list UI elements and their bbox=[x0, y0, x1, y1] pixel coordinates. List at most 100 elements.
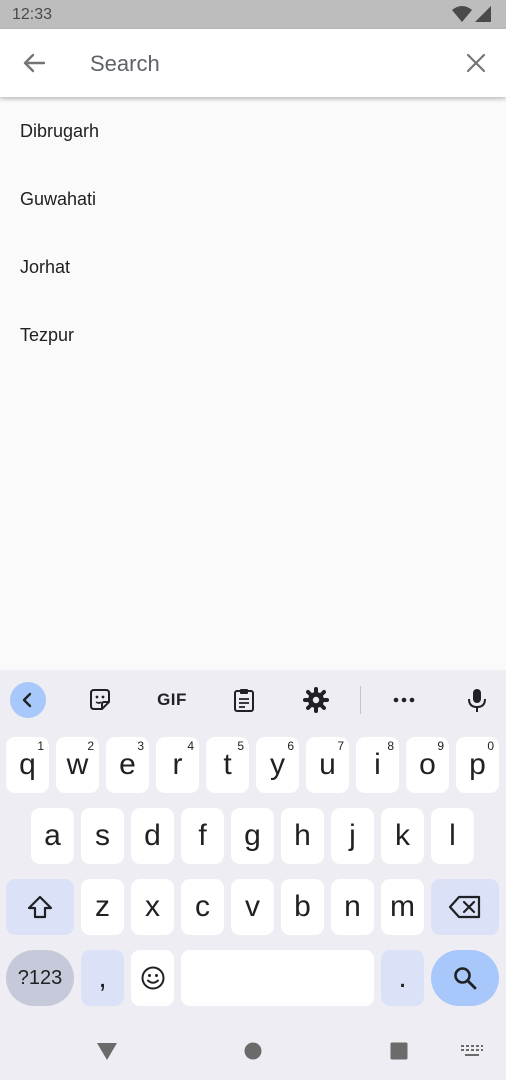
clipboard-button[interactable] bbox=[226, 682, 262, 718]
key-label: m bbox=[390, 890, 415, 923]
collapse-toolbar-button[interactable] bbox=[10, 682, 46, 718]
key-label: f bbox=[198, 819, 207, 852]
microphone-icon bbox=[468, 689, 486, 712]
key-d[interactable]: d bbox=[131, 808, 174, 864]
list-item[interactable]: Jorhat bbox=[0, 233, 506, 301]
key-h[interactable]: h bbox=[281, 808, 324, 864]
navigation-bar bbox=[0, 1020, 506, 1080]
voice-input-button[interactable] bbox=[459, 682, 495, 718]
key-z[interactable]: z bbox=[81, 879, 124, 935]
key-c[interactable]: c bbox=[181, 879, 224, 935]
clear-button[interactable] bbox=[462, 49, 490, 77]
chevron-left-icon bbox=[22, 692, 32, 708]
key-hint: 2 bbox=[87, 739, 94, 753]
list-item[interactable]: Guwahati bbox=[0, 165, 506, 233]
sticker-icon bbox=[90, 689, 110, 710]
search-bar bbox=[0, 29, 506, 97]
key-hint: 7 bbox=[337, 739, 344, 753]
key-label: v bbox=[245, 890, 260, 923]
key-t[interactable]: t5 bbox=[206, 737, 249, 793]
key-k[interactable]: k bbox=[381, 808, 424, 864]
key-a[interactable]: a bbox=[31, 808, 74, 864]
key-hint: 6 bbox=[287, 739, 294, 753]
key-label: w bbox=[66, 748, 89, 781]
gif-label: GIF bbox=[157, 690, 187, 709]
keyboard-switch-button[interactable] bbox=[458, 1038, 486, 1064]
backspace-icon bbox=[448, 895, 481, 919]
list-item-label: Guwahati bbox=[20, 188, 97, 209]
key-j[interactable]: j bbox=[331, 808, 374, 864]
key-label: n bbox=[344, 890, 361, 923]
key-label: j bbox=[349, 819, 356, 852]
more-button[interactable] bbox=[386, 682, 422, 718]
status-icons bbox=[452, 5, 492, 23]
key-label: y bbox=[270, 748, 285, 781]
settings-button[interactable] bbox=[298, 682, 334, 718]
key-u[interactable]: u7 bbox=[306, 737, 349, 793]
key-hint: 0 bbox=[487, 739, 494, 753]
nav-home-button[interactable] bbox=[240, 1038, 266, 1064]
key-label: x bbox=[145, 890, 160, 923]
key-q[interactable]: q1 bbox=[6, 737, 49, 793]
key-label: a bbox=[44, 819, 61, 852]
key-g[interactable]: g bbox=[231, 808, 274, 864]
nav-recents-icon bbox=[390, 1042, 408, 1060]
key-label: g bbox=[244, 819, 261, 852]
search-icon bbox=[454, 967, 477, 990]
key-f[interactable]: f bbox=[181, 808, 224, 864]
comma-key[interactable]: , bbox=[81, 950, 124, 1006]
key-x[interactable]: x bbox=[131, 879, 174, 935]
key-w[interactable]: w2 bbox=[56, 737, 99, 793]
list-item[interactable]: Dibrugarh bbox=[0, 97, 506, 165]
key-o[interactable]: o9 bbox=[406, 737, 449, 793]
key-y[interactable]: y6 bbox=[256, 737, 299, 793]
key-r[interactable]: r4 bbox=[156, 737, 199, 793]
key-label: ?123 bbox=[17, 966, 63, 989]
sticker-button[interactable] bbox=[82, 682, 118, 718]
search-input[interactable] bbox=[88, 45, 452, 83]
period-key[interactable]: . bbox=[381, 950, 424, 1006]
key-m[interactable]: m bbox=[381, 879, 424, 935]
key-b[interactable]: b bbox=[281, 879, 324, 935]
key-hint: 9 bbox=[437, 739, 444, 753]
key-label: o bbox=[419, 748, 436, 781]
key-label: t bbox=[223, 748, 232, 781]
search-key[interactable] bbox=[431, 950, 499, 1006]
toolbar-divider bbox=[360, 686, 361, 714]
key-e[interactable]: e3 bbox=[106, 737, 149, 793]
key-label: l bbox=[449, 819, 456, 852]
list-item-label: Dibrugarh bbox=[20, 120, 100, 141]
back-button[interactable] bbox=[18, 49, 50, 77]
key-hint: 8 bbox=[387, 739, 394, 753]
keyboard-toolbar: GIF bbox=[0, 670, 506, 728]
key-p[interactable]: p0 bbox=[456, 737, 499, 793]
emoji-key[interactable] bbox=[131, 950, 174, 1006]
symbols-key[interactable]: ?123 bbox=[6, 950, 74, 1006]
nav-recents-button[interactable] bbox=[386, 1038, 412, 1064]
key-n[interactable]: n bbox=[331, 879, 374, 935]
key-label: d bbox=[144, 819, 161, 852]
key-l[interactable]: l bbox=[431, 808, 474, 864]
gear-icon bbox=[303, 687, 329, 713]
key-hint: 5 bbox=[237, 739, 244, 753]
status-bar: 12:33 bbox=[0, 0, 506, 29]
key-label: e bbox=[119, 748, 136, 781]
shift-key[interactable] bbox=[6, 879, 74, 935]
key-label: r bbox=[172, 748, 183, 781]
gif-button[interactable]: GIF bbox=[152, 682, 192, 718]
backspace-key[interactable] bbox=[431, 879, 499, 935]
clipboard-icon bbox=[234, 689, 254, 712]
key-s[interactable]: s bbox=[81, 808, 124, 864]
key-i[interactable]: i8 bbox=[356, 737, 399, 793]
list-item[interactable]: Tezpur bbox=[0, 301, 506, 369]
key-label: c bbox=[195, 890, 210, 923]
key-hint: 1 bbox=[37, 739, 44, 753]
status-time: 12:33 bbox=[12, 6, 53, 23]
key-label: k bbox=[395, 819, 410, 852]
space-key[interactable] bbox=[181, 950, 374, 1006]
key-label: p bbox=[469, 748, 486, 781]
key-v[interactable]: v bbox=[231, 879, 274, 935]
list-item-label: Tezpur bbox=[20, 324, 75, 345]
results-list: Dibrugarh Guwahati Jorhat Tezpur bbox=[0, 97, 506, 369]
nav-back-button[interactable] bbox=[94, 1038, 120, 1064]
